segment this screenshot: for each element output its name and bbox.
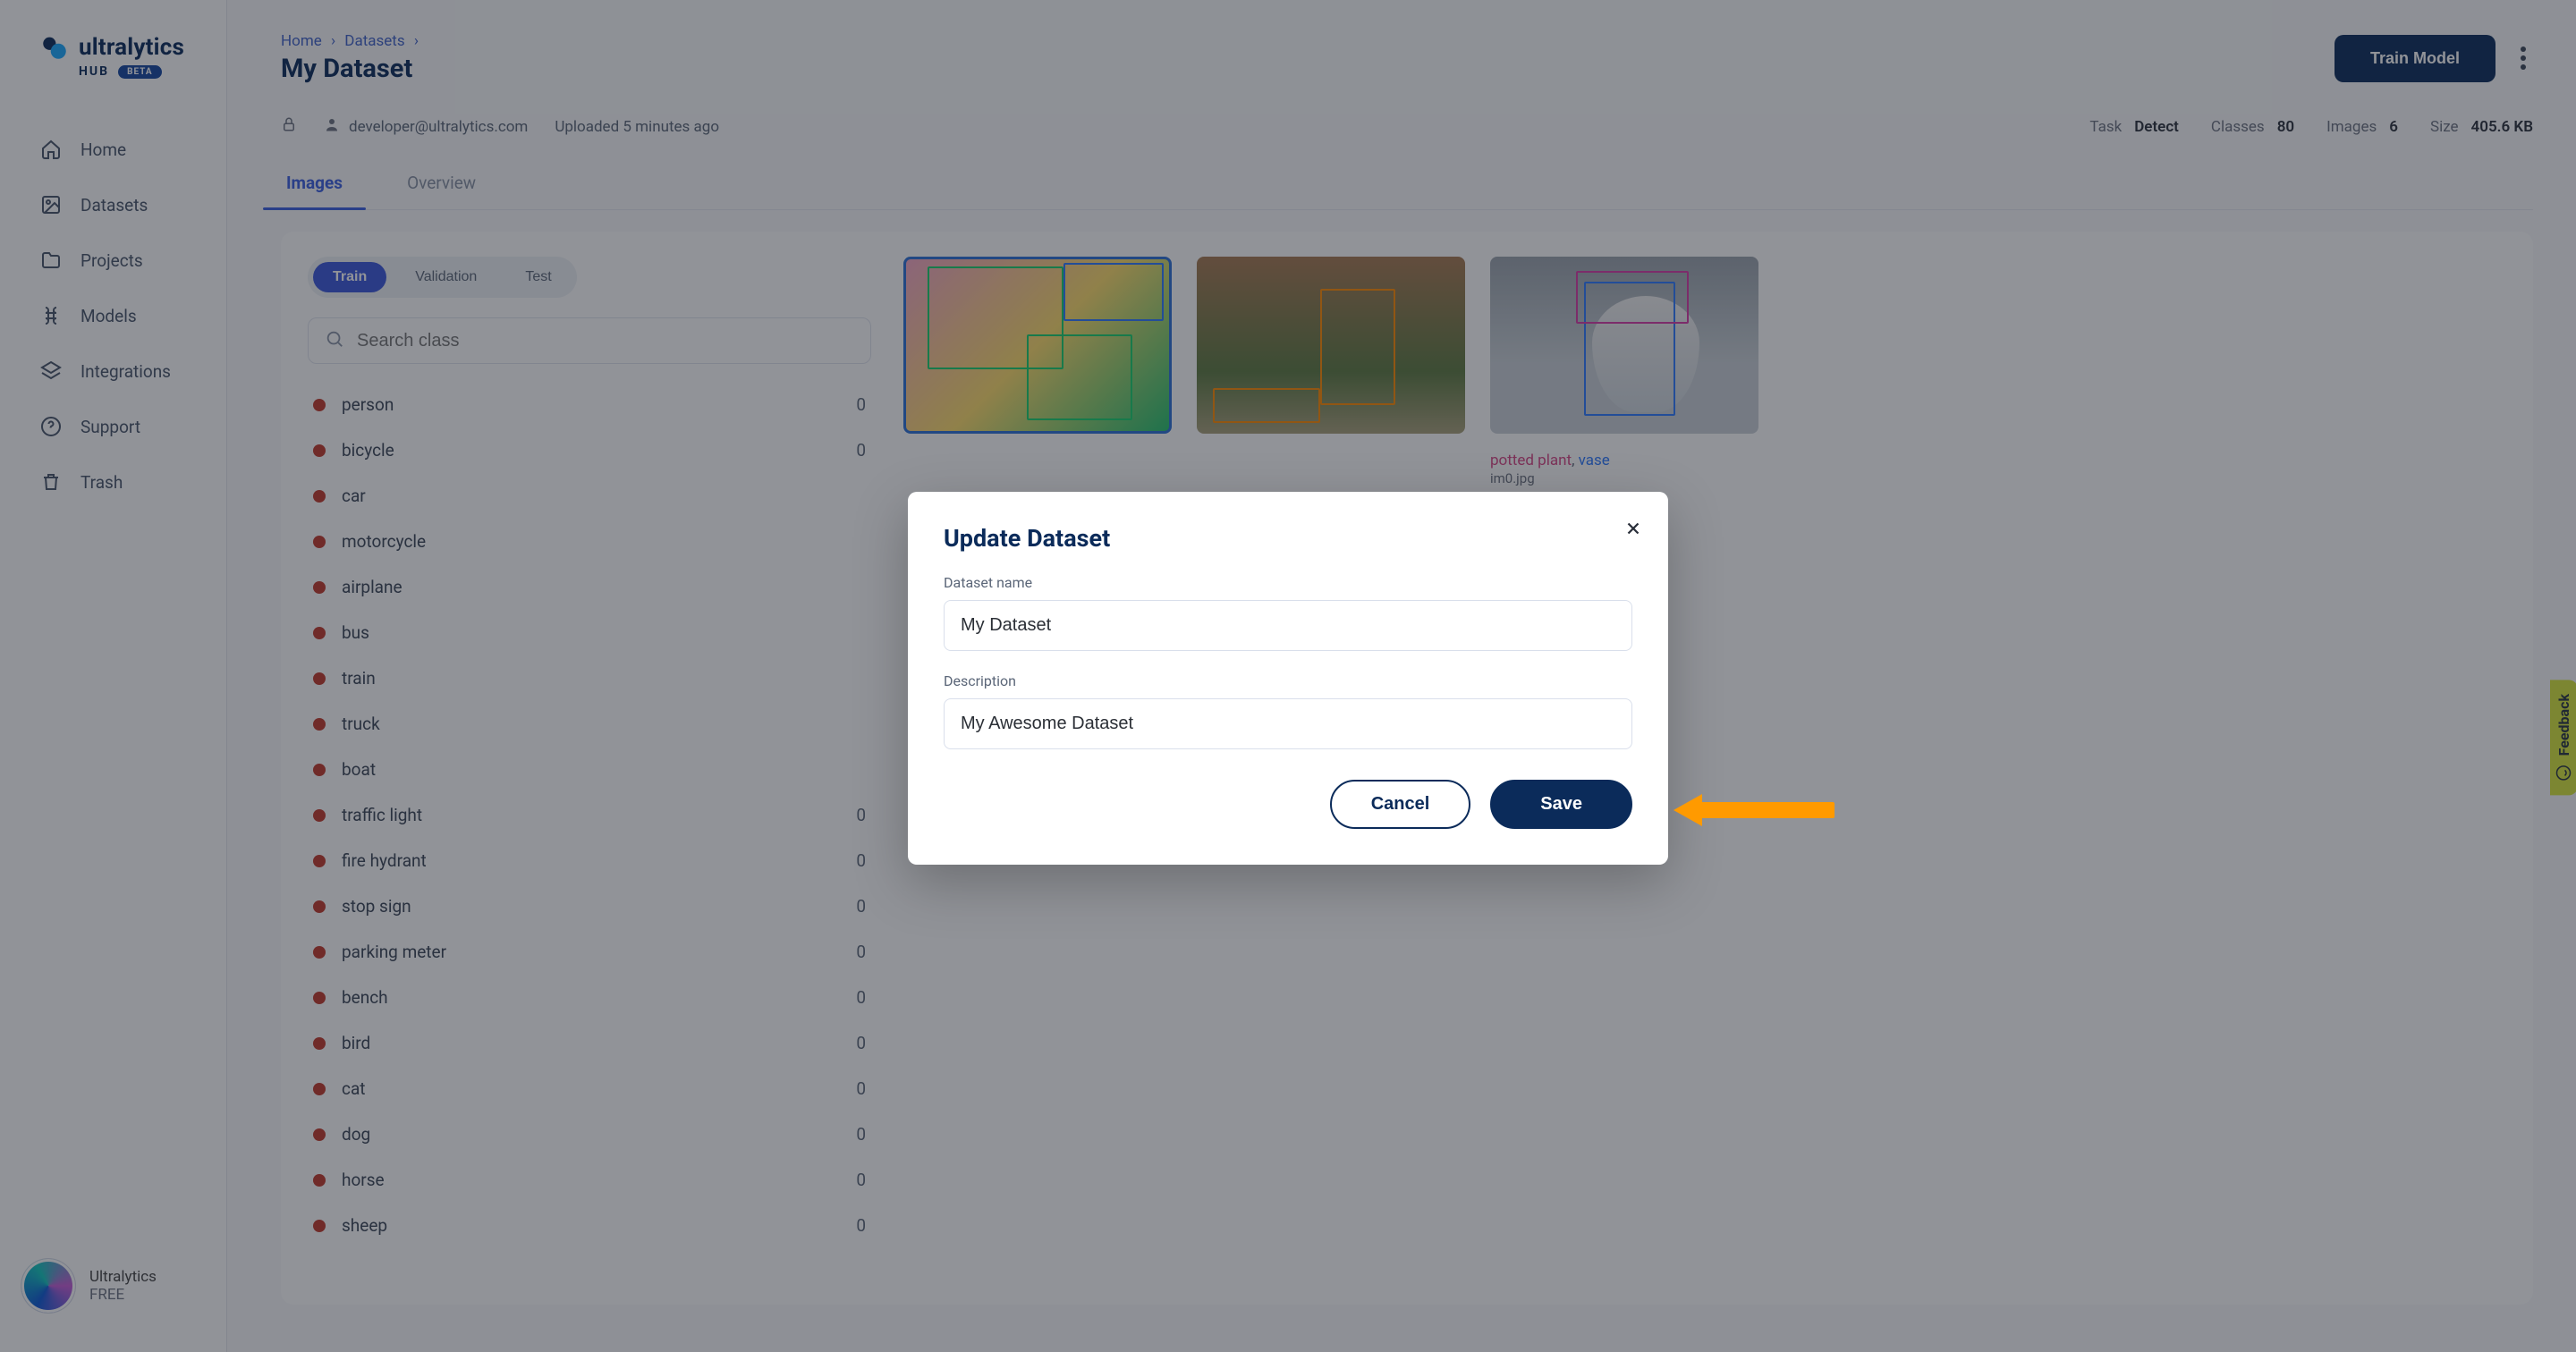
dialog-title: Update Dataset: [944, 524, 1632, 553]
save-button[interactable]: Save: [1490, 780, 1632, 829]
dataset-name-label: Dataset name: [944, 574, 1632, 591]
annotation-arrow: [1674, 792, 1843, 828]
close-icon[interactable]: [1623, 519, 1643, 542]
app-root: ultralytics HUB BETA Home Datasets Proje…: [0, 0, 2576, 1352]
dataset-name-input[interactable]: [944, 600, 1632, 651]
description-input[interactable]: [944, 698, 1632, 749]
modal-overlay[interactable]: Update Dataset Dataset name Description …: [0, 0, 2576, 1352]
dialog-actions: Cancel Save: [944, 780, 1632, 829]
update-dataset-dialog: Update Dataset Dataset name Description …: [908, 492, 1668, 865]
description-label: Description: [944, 672, 1632, 689]
cancel-button[interactable]: Cancel: [1330, 780, 1471, 829]
